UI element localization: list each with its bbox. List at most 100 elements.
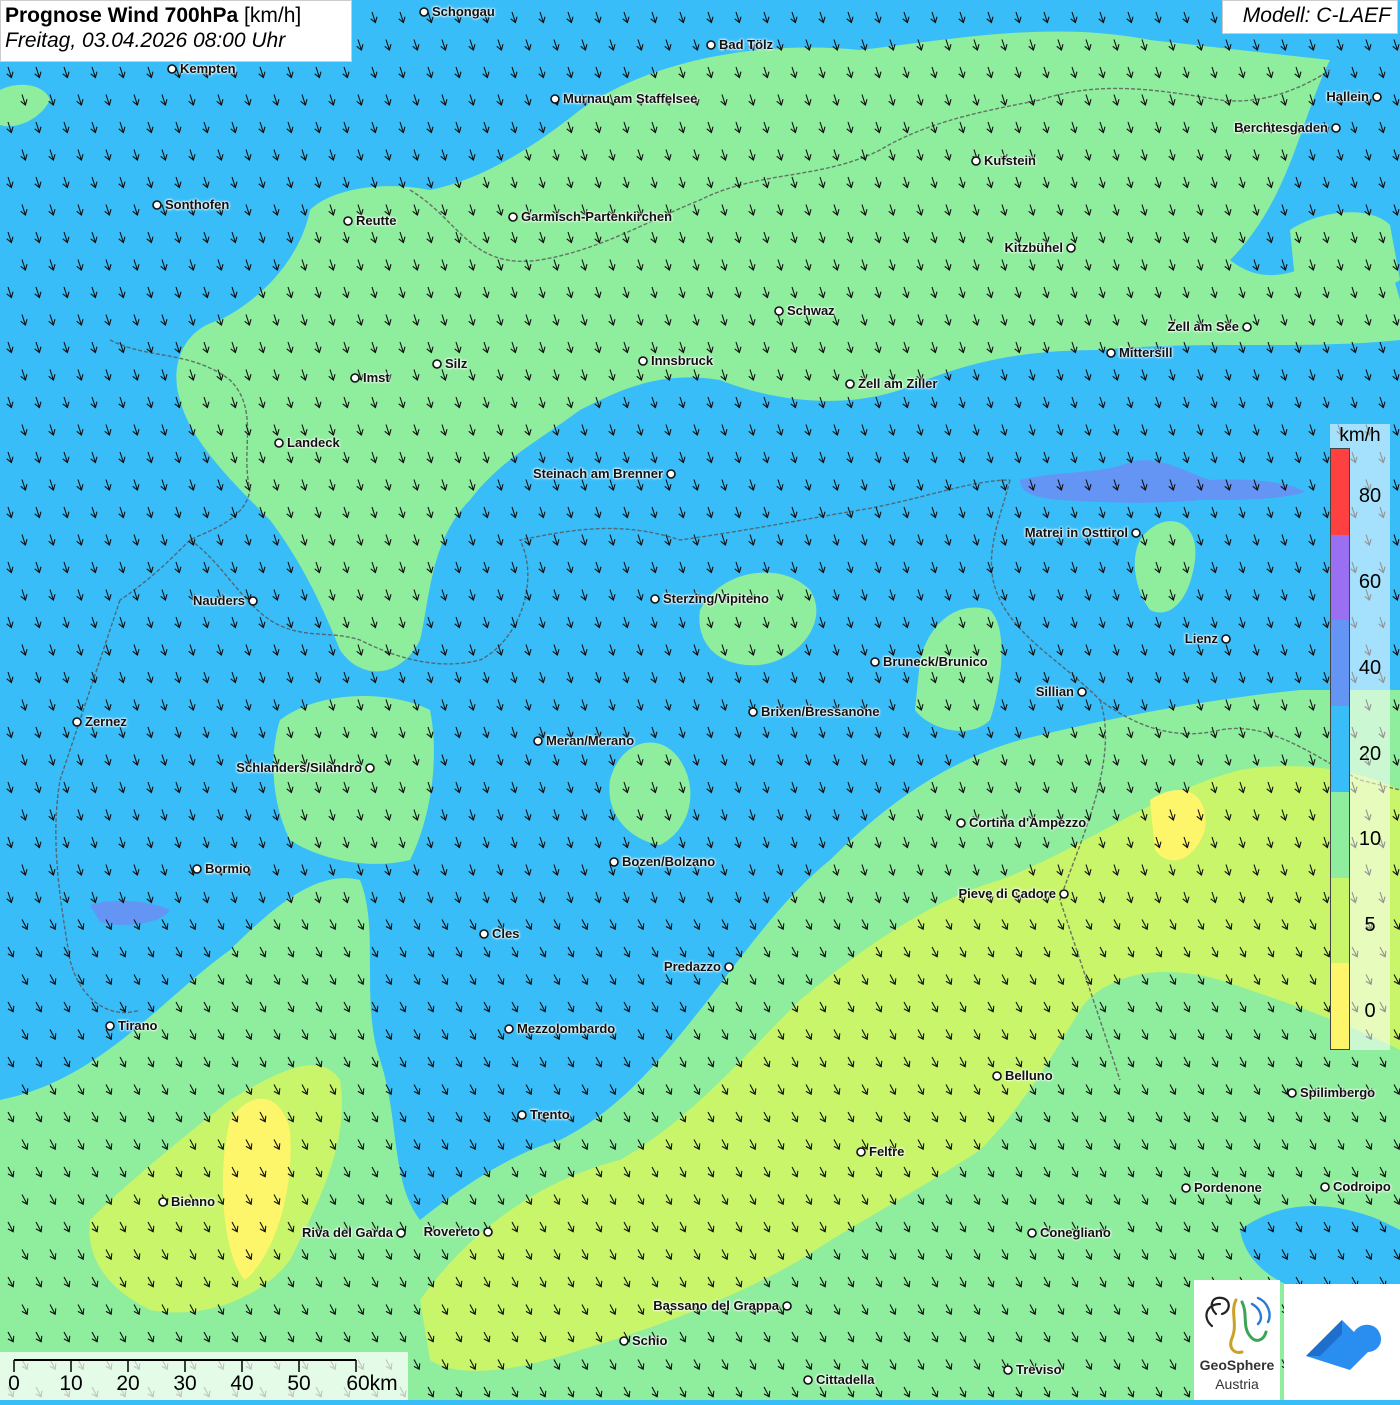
city-label: Schio <box>632 1333 668 1348</box>
legend-color-segment <box>1331 877 1349 964</box>
city-label: Lienz <box>1184 631 1218 646</box>
city-marker <box>638 356 648 366</box>
city-marker <box>666 469 676 479</box>
city-marker <box>782 1301 792 1311</box>
city-marker <box>1320 1182 1330 1192</box>
map-title: Prognose Wind 700hPa [km/h] <box>5 4 347 28</box>
model-label: Modell: C-LAEF <box>1222 0 1398 34</box>
geosphere-logo-icon <box>1205 1296 1271 1354</box>
city-label: Imst <box>363 370 390 385</box>
legend-label: 0 <box>1364 999 1376 1022</box>
legend-labels: 80 60 40 20 10 5 0 <box>1350 448 1390 1050</box>
city-label: Bad Tölz <box>719 37 774 52</box>
city-label: Mezzolombardo <box>517 1021 616 1036</box>
city-label: Hallein <box>1326 89 1369 104</box>
legend-label: 10 <box>1358 828 1382 851</box>
city-label: Cittadella <box>816 1372 875 1387</box>
city-marker <box>248 596 258 606</box>
scale-label: 30 <box>173 1372 197 1395</box>
city-marker <box>1027 1228 1037 1238</box>
city-marker <box>971 156 981 166</box>
city-marker <box>870 657 880 667</box>
legend-unit: km/h <box>1330 424 1390 448</box>
city-label: Tirano <box>118 1018 158 1033</box>
city-label: Pordenone <box>1194 1180 1262 1195</box>
city-marker <box>550 94 560 104</box>
legend-label: 5 <box>1364 914 1376 936</box>
city-marker <box>105 1021 115 1031</box>
city-label: Matrei in Osttirol <box>1024 525 1128 540</box>
city-marker <box>167 64 177 74</box>
city-label: Zell am See <box>1167 319 1239 334</box>
city-label: Sterzing/Vipiteno <box>663 591 769 606</box>
city-marker <box>274 438 284 448</box>
legend-label: 60 <box>1358 571 1382 594</box>
city-marker <box>845 379 855 389</box>
city-label: Schlanders/Silandro <box>236 760 362 775</box>
weather-app-logo <box>1284 1284 1400 1400</box>
city-marker <box>609 857 619 867</box>
city-label: Mittersill <box>1119 345 1173 360</box>
city-label: Sonthofen <box>165 197 230 212</box>
city-label: Sillian <box>1035 684 1074 699</box>
title-box: Prognose Wind 700hPa [km/h] Freitag, 03.… <box>0 0 352 62</box>
city-label: Silz <box>445 356 468 371</box>
city-label: Codroipo <box>1333 1179 1391 1194</box>
geosphere-logo-sub: Austria <box>1215 1376 1259 1392</box>
city-label: Kitzbühel <box>1004 240 1064 255</box>
city-label: Kempten <box>180 61 236 76</box>
legend-label: 20 <box>1358 742 1382 765</box>
city-marker <box>706 40 716 50</box>
city-marker <box>419 7 429 17</box>
city-marker <box>1131 528 1141 538</box>
city-label: Bormio <box>205 861 251 876</box>
city-marker <box>803 1375 813 1385</box>
scale-label: 0 <box>8 1372 20 1395</box>
city-marker <box>992 1071 1002 1081</box>
map-title-unit: [km/h] <box>244 4 302 27</box>
city-label: Zernez <box>85 714 127 729</box>
city-marker <box>619 1336 629 1346</box>
city-marker <box>350 373 360 383</box>
city-label: Bassano del Grappa <box>653 1298 779 1313</box>
city-label: Zell am Ziller <box>858 376 938 391</box>
city-marker <box>365 763 375 773</box>
city-label: Landeck <box>287 435 340 450</box>
city-marker <box>724 962 734 972</box>
legend-color-segment <box>1331 534 1349 621</box>
city-marker <box>533 736 543 746</box>
city-label: Bozen/Bolzano <box>622 854 716 869</box>
city-label: Cortina d'Ampezzo <box>969 815 1087 830</box>
city-label: Pieve di Cadore <box>958 886 1056 901</box>
scale-label: 40 <box>230 1372 254 1395</box>
city-marker <box>483 1227 493 1237</box>
legend-colorbar <box>1330 448 1350 1050</box>
city-label: Bienno <box>171 1194 216 1209</box>
city-label: Bruneck/Brunico <box>883 654 988 669</box>
city-label: Berchtesgaden <box>1234 120 1328 135</box>
city-label: Kufstein <box>984 153 1036 168</box>
city-label: Trento <box>530 1107 570 1122</box>
city-label: Treviso <box>1016 1362 1062 1377</box>
legend-color-segment <box>1331 620 1349 707</box>
legend-color-segment <box>1331 449 1349 535</box>
city-label: Meran/Merano <box>546 733 635 748</box>
city-marker <box>158 1197 168 1207</box>
city-label: Reutte <box>356 213 397 228</box>
city-marker <box>1066 243 1076 253</box>
city-label: Cles <box>492 926 520 941</box>
legend-color-segment <box>1331 706 1349 792</box>
city-marker <box>956 818 966 828</box>
legend-label: 80 <box>1358 485 1382 508</box>
city-marker <box>1059 889 1069 899</box>
city-label: Belluno <box>1005 1068 1053 1083</box>
scale-label: 60km <box>346 1372 398 1395</box>
city-marker <box>432 359 442 369</box>
city-marker <box>1221 634 1231 644</box>
city-marker <box>1331 123 1341 133</box>
city-marker <box>517 1110 527 1120</box>
city-marker <box>192 864 202 874</box>
city-marker <box>1287 1088 1297 1098</box>
city-marker <box>650 594 660 604</box>
legend-color-segment <box>1331 791 1349 878</box>
